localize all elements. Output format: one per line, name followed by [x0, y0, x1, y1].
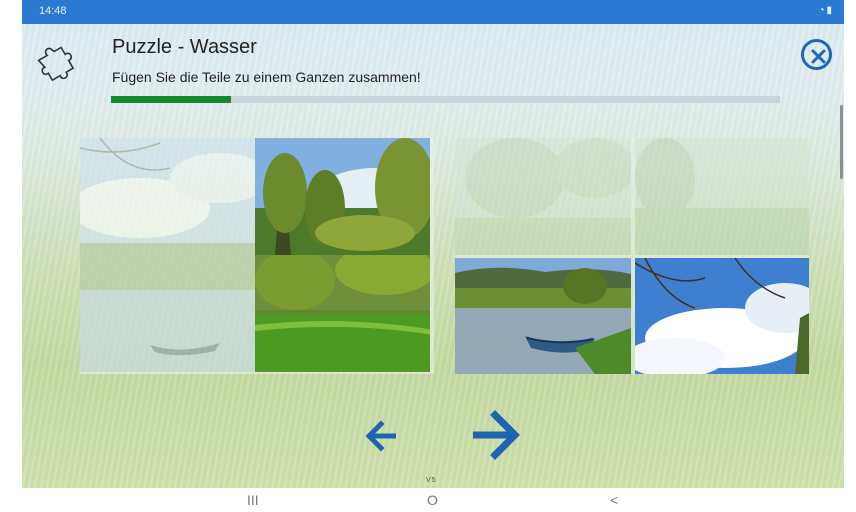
close-button[interactable]	[801, 39, 832, 70]
status-icons: ◔▮	[818, 5, 834, 16]
system-nav-bar: III O <	[0, 488, 856, 512]
puzzle-icon	[37, 46, 75, 82]
close-icon	[811, 49, 826, 64]
battery-icon: ▮	[826, 5, 834, 16]
arrow-right-icon[interactable]	[473, 410, 521, 460]
assembly-board[interactable]	[80, 138, 434, 374]
board-slot-bottom-left[interactable]	[80, 255, 255, 372]
status-bar: 14:48 ◔▮	[22, 0, 844, 24]
board-piece-bottom-right[interactable]	[255, 255, 430, 372]
back-button[interactable]: <	[610, 492, 618, 508]
tray-piece-sky-branches[interactable]	[635, 258, 809, 374]
home-button[interactable]: O	[427, 492, 438, 508]
board-slot-top-left[interactable]	[80, 138, 255, 255]
arrow-left-icon[interactable]	[366, 419, 396, 453]
app-screen: 14:48 ◔▮ Puzzle - Wasser Fügen Sie die T…	[22, 0, 844, 488]
watermark-text: V5	[426, 477, 437, 484]
tray-slot-top-right[interactable]	[635, 138, 809, 255]
status-time: 14:48	[39, 5, 67, 17]
progress-bar	[111, 96, 780, 103]
tray-piece-lake-boat[interactable]	[455, 258, 631, 374]
page-subtitle: Fügen Sie die Teile zu einem Ganzen zusa…	[112, 69, 421, 85]
tray-slot-top-left[interactable]	[455, 138, 631, 255]
board-piece-top-right[interactable]	[255, 138, 430, 255]
pieces-tray[interactable]	[455, 138, 809, 374]
page-title: Puzzle - Wasser	[112, 36, 257, 58]
scrollbar[interactable]	[840, 105, 843, 179]
recents-button[interactable]: III	[247, 492, 259, 508]
progress-fill	[111, 96, 231, 103]
